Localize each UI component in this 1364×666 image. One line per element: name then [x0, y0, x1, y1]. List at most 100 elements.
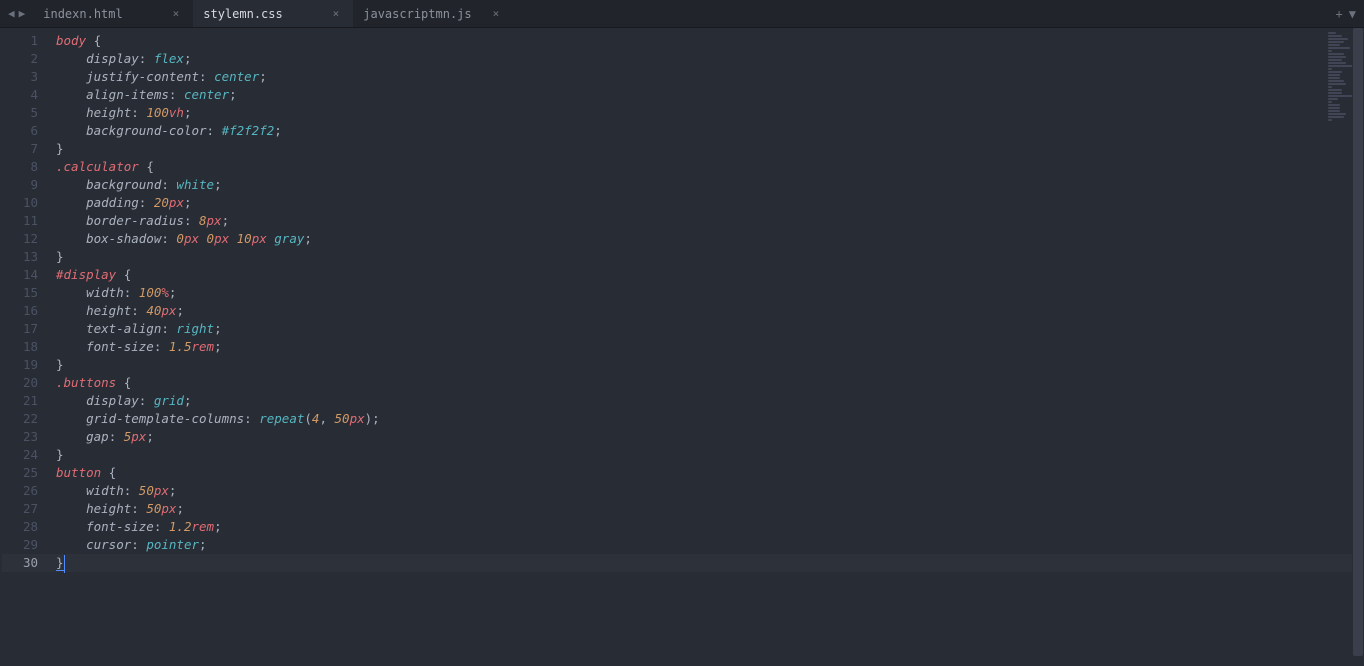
code-line[interactable]: align-items: center;	[52, 86, 1364, 104]
line-number[interactable]: 4	[2, 86, 52, 104]
code-line[interactable]: gap: 5px;	[52, 428, 1364, 446]
minimap-line	[1328, 113, 1346, 115]
code-line[interactable]: .calculator {	[52, 158, 1364, 176]
line-number[interactable]: 13	[2, 248, 52, 266]
minimap-line	[1328, 47, 1350, 49]
line-number[interactable]: 30	[2, 554, 52, 572]
close-icon[interactable]: ×	[329, 7, 344, 20]
line-number[interactable]: 21	[2, 392, 52, 410]
tab-javascriptmn-js[interactable]: javascriptmn.js×	[353, 0, 513, 27]
code-line[interactable]: padding: 20px;	[52, 194, 1364, 212]
minimap-line	[1328, 35, 1342, 37]
code-line[interactable]: height: 40px;	[52, 302, 1364, 320]
line-number[interactable]: 3	[2, 68, 52, 86]
tab-stylemn-css[interactable]: stylemn.css×	[193, 0, 353, 27]
code-line[interactable]: .buttons {	[52, 374, 1364, 392]
code-line[interactable]: }	[52, 140, 1364, 158]
line-number[interactable]: 18	[2, 338, 52, 356]
minimap[interactable]	[1328, 32, 1350, 122]
minimap-line	[1328, 107, 1340, 109]
scrollbar-thumb[interactable]	[1353, 28, 1363, 656]
code-line[interactable]: height: 100vh;	[52, 104, 1364, 122]
line-number[interactable]: 24	[2, 446, 52, 464]
code-line[interactable]: border-radius: 8px;	[52, 212, 1364, 230]
tab-label: stylemn.css	[203, 7, 328, 21]
minimap-line	[1328, 83, 1346, 85]
line-number[interactable]: 2	[2, 50, 52, 68]
line-number[interactable]: 6	[2, 122, 52, 140]
code-line[interactable]: body {	[52, 32, 1364, 50]
line-number[interactable]: 22	[2, 410, 52, 428]
line-number[interactable]: 12	[2, 230, 52, 248]
minimap-line	[1328, 101, 1332, 103]
nav-back-icon[interactable]: ◀	[6, 7, 17, 20]
minimap-line	[1328, 68, 1332, 70]
code-line[interactable]: display: grid;	[52, 392, 1364, 410]
line-number[interactable]: 8	[2, 158, 52, 176]
close-icon[interactable]: ×	[169, 7, 184, 20]
close-icon[interactable]: ×	[489, 7, 504, 20]
line-number[interactable]: 29	[2, 536, 52, 554]
minimap-line	[1328, 110, 1340, 112]
code-line[interactable]: cursor: pointer;	[52, 536, 1364, 554]
line-number[interactable]: 28	[2, 518, 52, 536]
line-number[interactable]: 17	[2, 320, 52, 338]
line-number[interactable]: 27	[2, 500, 52, 518]
line-number[interactable]: 26	[2, 482, 52, 500]
tab-indexn-html[interactable]: indexn.html×	[33, 0, 193, 27]
minimap-line	[1328, 59, 1342, 61]
line-number[interactable]: 7	[2, 140, 52, 158]
line-number[interactable]: 10	[2, 194, 52, 212]
line-number[interactable]: 23	[2, 428, 52, 446]
line-number[interactable]: 15	[2, 284, 52, 302]
code-line[interactable]: button {	[52, 464, 1364, 482]
tab-bar: ◀ ▶ indexn.html×stylemn.css×javascriptmn…	[0, 0, 1364, 28]
line-number[interactable]: 1	[2, 32, 52, 50]
code-line[interactable]: justify-content: center;	[52, 68, 1364, 86]
tab-actions: + ▼	[1328, 7, 1364, 21]
scrollbar-horizontal[interactable]	[0, 656, 1352, 666]
line-number[interactable]: 20	[2, 374, 52, 392]
code-area[interactable]: body { display: flex; justify-content: c…	[52, 28, 1364, 666]
minimap-line	[1328, 53, 1344, 55]
minimap-line	[1328, 50, 1332, 52]
code-line[interactable]: box-shadow: 0px 0px 10px gray;	[52, 230, 1364, 248]
minimap-line	[1328, 74, 1340, 76]
line-number[interactable]: 9	[2, 176, 52, 194]
code-line[interactable]: grid-template-columns: repeat(4, 50px);	[52, 410, 1364, 428]
scrollbar-vertical[interactable]	[1352, 28, 1364, 656]
line-number[interactable]: 16	[2, 302, 52, 320]
code-line[interactable]: #display {	[52, 266, 1364, 284]
code-line[interactable]: }	[52, 446, 1364, 464]
code-line[interactable]: display: flex;	[52, 50, 1364, 68]
code-line[interactable]: background: white;	[52, 176, 1364, 194]
line-number[interactable]: 25	[2, 464, 52, 482]
code-line[interactable]: font-size: 1.2rem;	[52, 518, 1364, 536]
line-number[interactable]: 14	[2, 266, 52, 284]
minimap-line	[1328, 44, 1340, 46]
nav-arrows: ◀ ▶	[0, 7, 33, 20]
code-line[interactable]: }	[52, 554, 1364, 572]
code-line[interactable]: width: 100%;	[52, 284, 1364, 302]
editor[interactable]: 1234567891011121314151617181920212223242…	[0, 28, 1364, 666]
code-line[interactable]: font-size: 1.5rem;	[52, 338, 1364, 356]
line-number[interactable]: 19	[2, 356, 52, 374]
tab-label: javascriptmn.js	[363, 7, 488, 21]
minimap-line	[1328, 98, 1338, 100]
code-line[interactable]: background-color: #f2f2f2;	[52, 122, 1364, 140]
minimap-line	[1328, 92, 1342, 94]
gutter: 1234567891011121314151617181920212223242…	[0, 28, 52, 666]
line-number[interactable]: 5	[2, 104, 52, 122]
minimap-line	[1328, 41, 1344, 43]
minimap-line	[1328, 104, 1340, 106]
line-number[interactable]: 11	[2, 212, 52, 230]
code-line[interactable]: text-align: right;	[52, 320, 1364, 338]
code-line[interactable]: width: 50px;	[52, 482, 1364, 500]
tab-dropdown-icon[interactable]: ▼	[1349, 7, 1356, 21]
nav-forward-icon[interactable]: ▶	[17, 7, 28, 20]
new-tab-icon[interactable]: +	[1336, 7, 1343, 21]
code-line[interactable]: height: 50px;	[52, 500, 1364, 518]
code-line[interactable]: }	[52, 356, 1364, 374]
code-line[interactable]: }	[52, 248, 1364, 266]
minimap-line	[1328, 56, 1346, 58]
